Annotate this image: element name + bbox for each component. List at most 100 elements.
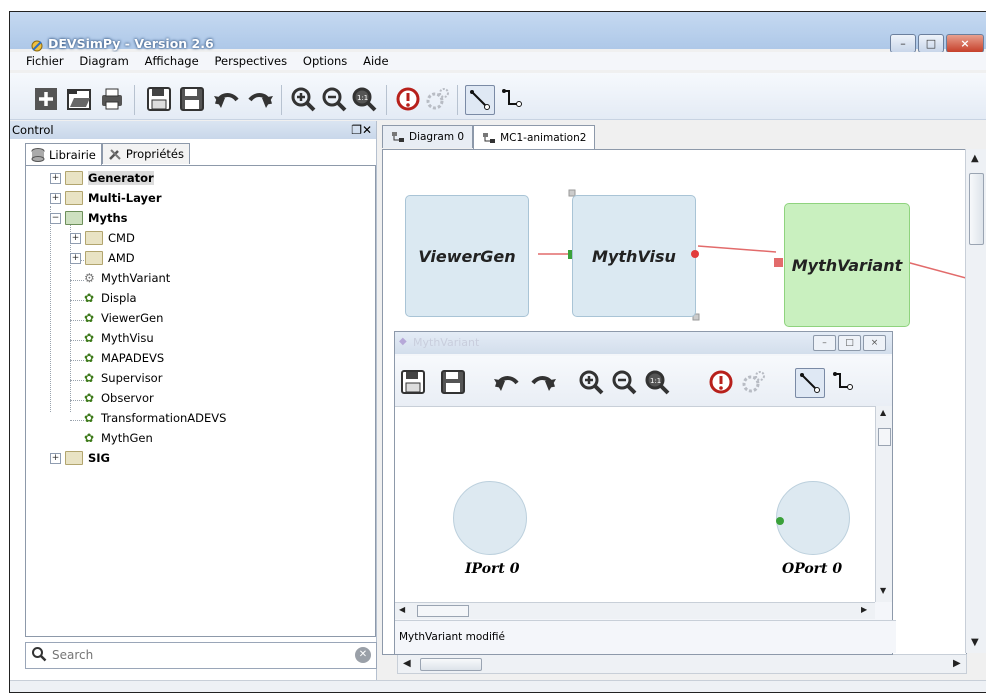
tree-item-viewergen[interactable]: ✿ ViewerGen	[84, 310, 163, 326]
maximize-button[interactable]: □	[838, 335, 861, 351]
open-icon[interactable]	[65, 85, 93, 113]
menu-diagram[interactable]: Diagram	[73, 52, 134, 70]
menu-fichier[interactable]: Fichier	[10, 52, 70, 70]
tree-item-observor[interactable]: ✿ Observor	[84, 390, 154, 406]
tree-item-displa[interactable]: ✿ Displa	[84, 290, 137, 306]
tab-librairie[interactable]: Librairie	[25, 143, 102, 166]
tree-item-generator[interactable]: + Generator	[50, 170, 154, 186]
connect-line-icon[interactable]	[795, 368, 825, 398]
check-icon[interactable]	[707, 368, 735, 396]
save-icon[interactable]	[145, 85, 173, 113]
scroll-down-icon[interactable]: ▼	[971, 637, 979, 648]
iport-0-shape[interactable]	[453, 481, 527, 555]
tree-item-mythgen[interactable]: ✿ MythGen	[84, 430, 153, 446]
new-icon[interactable]	[32, 85, 60, 113]
scrollbar-thumb[interactable]	[417, 605, 469, 617]
zoom-out-icon[interactable]	[610, 368, 638, 396]
scroll-down-icon[interactable]: ▼	[880, 586, 886, 595]
scrollbar-thumb[interactable]	[969, 173, 984, 245]
expand-icon[interactable]: +	[70, 232, 81, 244]
block-mythvisu[interactable]: MythVisu	[572, 195, 696, 317]
output-port[interactable]	[776, 517, 784, 525]
search-input[interactable]	[50, 645, 344, 665]
zoom-reset-icon[interactable]: 1:1	[643, 368, 671, 396]
check-icon[interactable]	[394, 85, 422, 113]
simulate-icon[interactable]	[424, 85, 452, 113]
tab-diagram-0[interactable]: Diagram 0	[382, 125, 474, 148]
minimize-button[interactable]: –	[890, 34, 916, 53]
scroll-right-icon[interactable]: ▶	[861, 605, 867, 614]
undo-icon[interactable]	[213, 85, 241, 113]
maximize-button[interactable]: □	[918, 34, 944, 53]
scrollbar-thumb[interactable]	[878, 428, 891, 446]
collapse-icon[interactable]: −	[50, 212, 61, 224]
oport-0-shape[interactable]	[776, 481, 850, 555]
subwindow-title: MythVariant	[413, 336, 480, 349]
save-icon[interactable]	[399, 368, 427, 396]
tree-label: Supervisor	[101, 371, 163, 385]
tree-item-mapadevs[interactable]: ✿ MAPADEVS	[84, 350, 164, 366]
zoom-in-icon[interactable]	[577, 368, 605, 396]
tree-item-sig[interactable]: + SIG	[50, 450, 110, 466]
expand-icon[interactable]: +	[50, 452, 61, 464]
tree-item-amd[interactable]: + AMD	[70, 250, 135, 266]
close-button[interactable]: ×	[863, 335, 886, 351]
block-mythvariant[interactable]: MythVariant	[784, 203, 910, 327]
expand-icon[interactable]: +	[50, 172, 61, 184]
tools-icon	[108, 149, 121, 160]
print-icon[interactable]	[98, 85, 126, 113]
scroll-left-icon[interactable]: ◀	[403, 658, 411, 669]
output-port[interactable]	[691, 250, 699, 258]
subwindow-horizontal-scrollbar[interactable]: ◀ ▶	[395, 602, 875, 619]
subwindow-app-icon: ◆	[399, 336, 407, 347]
zoom-out-icon[interactable]	[320, 85, 348, 113]
subwindow-canvas[interactable]: IPort 0 OPort 0	[395, 406, 875, 603]
simulate-icon[interactable]	[740, 368, 768, 396]
vertical-scrollbar[interactable]: ▲ ▼	[965, 149, 986, 653]
connect-curve-icon[interactable]	[829, 368, 857, 396]
menu-aide[interactable]: Aide	[357, 52, 394, 70]
control-panel-header: Control ❐✕	[10, 121, 376, 139]
scrollbar-thumb[interactable]	[420, 658, 482, 671]
tree-item-cmd[interactable]: + CMD	[70, 230, 135, 246]
scroll-right-icon[interactable]: ▶	[953, 658, 961, 669]
tree-item-myths[interactable]: − Myths	[50, 210, 127, 226]
menu-affichage[interactable]: Affichage	[139, 52, 205, 70]
tab-mc1-animation2[interactable]: MC1-animation2	[473, 125, 596, 150]
expand-icon[interactable]: +	[70, 252, 81, 264]
menu-options[interactable]: Options	[297, 52, 353, 70]
zoom-in-icon[interactable]	[289, 85, 317, 113]
clear-search-icon[interactable]: ✕	[355, 647, 371, 663]
tree-item-multi-layer[interactable]: + Multi-Layer	[50, 190, 162, 206]
expand-icon[interactable]: +	[50, 192, 61, 204]
tab-proprietes-label: Propriétés	[125, 147, 184, 161]
horizontal-scrollbar[interactable]: ◀ ▶	[397, 654, 967, 674]
tree-item-transformationadevs[interactable]: ✿ TransformationADEVS	[84, 410, 226, 426]
input-port[interactable]	[774, 258, 783, 267]
undo-icon[interactable]	[493, 368, 521, 396]
tree-item-supervisor[interactable]: ✿ Supervisor	[84, 370, 162, 386]
close-button[interactable]: ×	[946, 34, 984, 53]
connect-line-icon[interactable]	[465, 85, 495, 115]
subwindow-vertical-scrollbar[interactable]: ▲ ▼	[875, 406, 892, 602]
redo-icon[interactable]	[529, 368, 557, 396]
save-as-icon[interactable]	[439, 368, 467, 396]
minimize-button[interactable]: –	[813, 335, 836, 351]
connect-curve-icon[interactable]	[498, 85, 526, 113]
tree-label: MythGen	[101, 431, 153, 445]
diagram-icon	[483, 133, 496, 143]
scroll-left-icon[interactable]: ◀	[399, 605, 405, 614]
redo-icon[interactable]	[246, 85, 274, 113]
save-as-icon[interactable]	[178, 85, 206, 113]
zoom-reset-icon[interactable]: 1:1	[350, 85, 378, 113]
connection-line[interactable]	[697, 245, 777, 253]
scroll-up-icon[interactable]: ▲	[971, 153, 979, 164]
block-viewergen[interactable]: ViewerGen	[405, 195, 529, 317]
scroll-up-icon[interactable]: ▲	[880, 408, 886, 417]
title-bar: DEVSimPy - Version 2.6 – □ ×	[10, 12, 986, 53]
menu-perspectives[interactable]: Perspectives	[208, 52, 293, 70]
tree-item-mythvariant[interactable]: ⚙ MythVariant	[84, 270, 170, 286]
tab-proprietes[interactable]: Propriétés	[101, 143, 190, 164]
panel-dock-close-icons[interactable]: ❐✕	[351, 121, 372, 139]
tree-item-mythvisu[interactable]: ✿ MythVisu	[84, 330, 154, 346]
